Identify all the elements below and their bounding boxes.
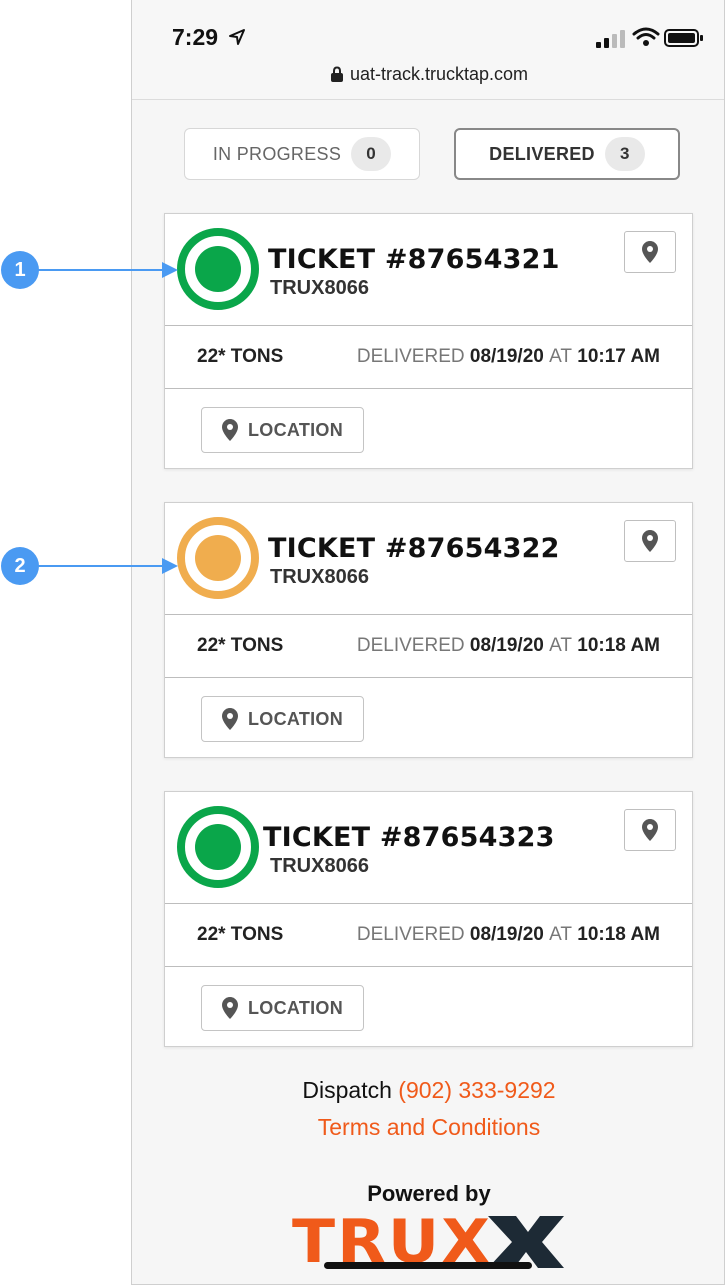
delivered-date: 08/19/20 — [469, 346, 544, 367]
tab-label: DELIVERED — [489, 143, 595, 164]
ticket-details: 22* TONS DELIVERED 08/19/20 AT 10:18 AM — [165, 615, 692, 678]
logo-text: TRUX — [292, 1212, 492, 1268]
delivered-time: 10:17 AM — [577, 346, 660, 367]
ticket-number: TICKET #87654322 — [268, 533, 560, 564]
at-word: AT — [549, 635, 572, 656]
ticket-details: 22* TONS DELIVERED 08/19/20 AT 10:18 AM — [165, 904, 692, 967]
location-button[interactable]: LOCATION — [201, 985, 364, 1031]
browser-status-bar: 7:29 uat-track.trucktap.com — [132, 0, 724, 100]
trux-logo: TRUX — [292, 1212, 564, 1268]
ticket-number: TICKET #87654323 — [263, 822, 555, 853]
callout-badge: 1 — [1, 251, 39, 289]
delivered-timestamp: DELIVERED 08/19/20 AT 10:18 AM — [357, 635, 660, 657]
tons-value: 22* TONS — [197, 346, 284, 367]
map-pin-button[interactable] — [624, 520, 676, 562]
ticket-number: TICKET #87654321 — [268, 244, 560, 275]
logo-x-mark — [488, 1216, 564, 1268]
truck-id: TRUX8066 — [270, 277, 369, 299]
status-indicator — [177, 517, 259, 599]
delivered-word: DELIVERED — [356, 346, 465, 367]
at-word: AT — [549, 346, 572, 367]
ticket-header: TICKET #87654322 TRUX8066 — [165, 503, 692, 615]
tab-in-progress[interactable]: IN PROGRESS 0 — [184, 128, 420, 180]
location-button[interactable]: LOCATION — [201, 407, 364, 453]
tab-count-badge: 0 — [351, 137, 392, 171]
dispatch-label: Dispatch — [302, 1077, 392, 1103]
delivered-word: DELIVERED — [356, 635, 465, 656]
url-text: uat-track.trucktap.com — [349, 64, 529, 84]
ticket-details: 22* TONS DELIVERED 08/19/20 AT 10:17 AM — [165, 326, 692, 389]
tons-value: 22* TONS — [197, 635, 284, 656]
terms-link[interactable]: Terms and Conditions — [132, 1114, 724, 1141]
map-pin-icon — [221, 708, 238, 730]
tons-value: 22* TONS — [197, 924, 284, 945]
map-pin-icon — [642, 241, 658, 263]
location-button[interactable]: LOCATION — [201, 696, 364, 742]
truck-id: TRUX8066 — [270, 566, 369, 588]
truck-id: TRUX8066 — [270, 855, 369, 877]
at-word: AT — [549, 924, 572, 945]
location-label: LOCATION — [247, 419, 344, 440]
location-label: LOCATION — [247, 708, 344, 729]
callout-arrow — [38, 565, 164, 567]
delivered-timestamp: DELIVERED 08/19/20 AT 10:17 AM — [357, 346, 660, 368]
tab-delivered[interactable]: DELIVERED 3 — [454, 128, 680, 180]
delivered-time: 10:18 AM — [577, 924, 660, 945]
status-indicator — [177, 228, 259, 310]
callout-badge: 2 — [1, 547, 39, 585]
tab-label: IN PROGRESS — [212, 143, 342, 164]
location-label: LOCATION — [247, 997, 344, 1018]
phone-screen: 7:29 uat-track.trucktap.com IN PROGRESS … — [131, 0, 725, 1285]
lock-icon — [330, 66, 343, 82]
map-pin-icon — [642, 819, 658, 841]
callout-arrowhead — [162, 262, 178, 278]
ticket-card: TICKET #87654321 TRUX8066 22* TONS DELIV… — [164, 213, 693, 469]
dispatch-phone-link[interactable]: (902) 333-9292 — [398, 1077, 555, 1103]
status-dot — [195, 535, 241, 581]
map-pin-icon — [221, 997, 238, 1019]
delivered-time: 10:18 AM — [577, 635, 660, 656]
ticket-header: TICKET #87654323 TRUX8066 — [165, 792, 692, 904]
home-indicator — [324, 1262, 532, 1269]
ticket-header: TICKET #87654321 TRUX8066 — [165, 214, 692, 326]
location-arrow-icon — [229, 29, 245, 45]
delivered-timestamp: DELIVERED 08/19/20 AT 10:18 AM — [357, 924, 660, 946]
status-dot — [195, 824, 241, 870]
wifi-icon — [632, 27, 660, 46]
cellular-signal-icon — [596, 30, 625, 48]
status-dot — [195, 246, 241, 292]
address-bar[interactable]: uat-track.trucktap.com — [132, 64, 724, 85]
map-pin-icon — [221, 419, 238, 441]
callout-arrow — [38, 269, 164, 271]
battery-icon — [664, 29, 703, 47]
delivered-word: DELIVERED — [356, 924, 465, 945]
ticket-card: TICKET #87654323 TRUX8066 22* TONS DELIV… — [164, 791, 693, 1047]
tab-count-badge: 3 — [604, 137, 645, 171]
map-pin-button[interactable] — [624, 231, 676, 273]
map-pin-button[interactable] — [624, 809, 676, 851]
clock: 7:29 — [172, 24, 219, 50]
ticket-card: TICKET #87654322 TRUX8066 22* TONS DELIV… — [164, 502, 693, 758]
callout-arrowhead — [162, 558, 178, 574]
delivered-date: 08/19/20 — [469, 924, 544, 945]
map-pin-icon — [642, 530, 658, 552]
dispatch-line: Dispatch (902) 333-9292 — [132, 1077, 724, 1104]
powered-by-label: Powered by — [367, 1181, 491, 1206]
delivered-date: 08/19/20 — [469, 635, 544, 656]
status-indicator — [177, 806, 259, 888]
